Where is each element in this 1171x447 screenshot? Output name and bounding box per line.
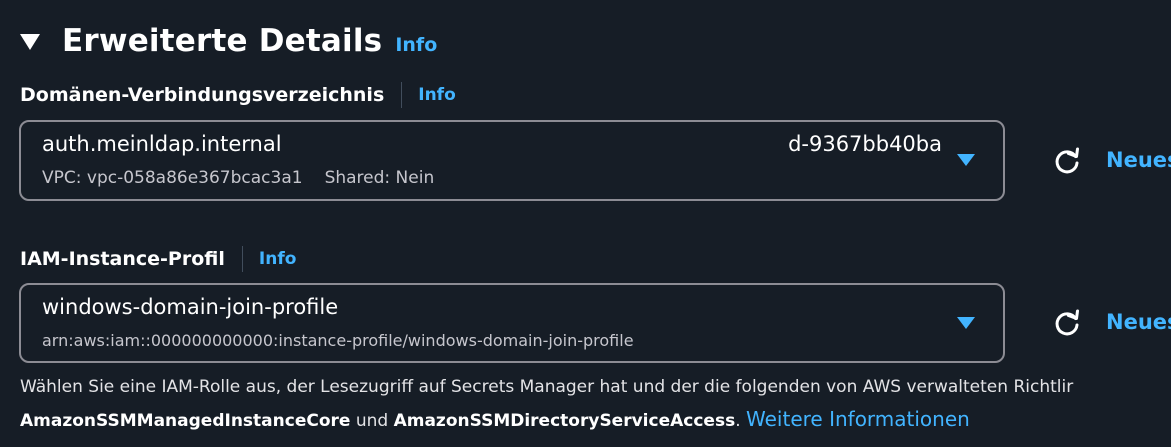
iam-selected-name: windows-domain-join-profile — [42, 295, 339, 319]
refresh-icon[interactable] — [1053, 147, 1081, 175]
iam-profile-select[interactable]: windows-domain-join-profile arn:aws:iam:… — [19, 283, 1005, 363]
help-connector: und — [350, 411, 394, 431]
directory-id: d-9367bb40ba — [788, 132, 942, 156]
new-directory-link[interactable]: Neues — [1106, 148, 1171, 172]
section-title: Erweiterte Details — [62, 23, 383, 59]
policy-name: AmazonSSMManagedInstanceCore — [20, 411, 351, 431]
iam-field-label: IAM-Instance-Profil — [20, 248, 225, 270]
directory-field-label: Domänen-Verbindungsverzeichnis — [20, 84, 385, 106]
more-info-link[interactable]: Weitere Informationen — [746, 407, 970, 431]
iam-info-link[interactable]: Info — [259, 249, 297, 269]
directory-field-label-row: Domänen-Verbindungsverzeichnis Info — [20, 82, 456, 108]
dropdown-arrow-icon[interactable] — [957, 317, 975, 329]
policy-name: AmazonSSMDirectoryServiceAccess — [393, 411, 736, 431]
section-header[interactable]: Erweiterte Details Info — [20, 18, 437, 64]
iam-help-text: Wählen Sie eine IAM-Rolle aus, der Lesez… — [20, 371, 1171, 437]
label-divider — [401, 82, 403, 108]
directory-vpc: VPC: vpc-058a86e367bcac3a1 — [42, 168, 303, 188]
new-iam-profile-link[interactable]: Neues — [1106, 310, 1171, 334]
iam-field-label-row: IAM-Instance-Profil Info — [20, 246, 296, 272]
help-line-2: AmazonSSMManagedInstanceCore und AmazonS… — [20, 403, 1171, 437]
directory-select[interactable]: auth.meinldap.internal VPC: vpc-058a86e3… — [19, 120, 1005, 201]
directory-selected-name: auth.meinldap.internal — [42, 132, 282, 156]
help-line-1: Wählen Sie eine IAM-Rolle aus, der Lesez… — [20, 377, 1074, 397]
iam-selected-arn: arn:aws:iam::000000000000:instance-profi… — [42, 331, 634, 350]
directory-meta: VPC: vpc-058a86e367bcac3a1 Shared: Nein — [42, 168, 434, 188]
caret-down-icon[interactable] — [20, 34, 40, 50]
section-info-link[interactable]: Info — [395, 34, 437, 56]
directory-info-link[interactable]: Info — [418, 85, 456, 105]
label-divider — [241, 246, 243, 272]
refresh-icon[interactable] — [1053, 309, 1081, 337]
directory-shared: Shared: Nein — [324, 168, 435, 188]
dropdown-arrow-icon[interactable] — [957, 154, 975, 166]
help-period: . — [735, 411, 747, 431]
